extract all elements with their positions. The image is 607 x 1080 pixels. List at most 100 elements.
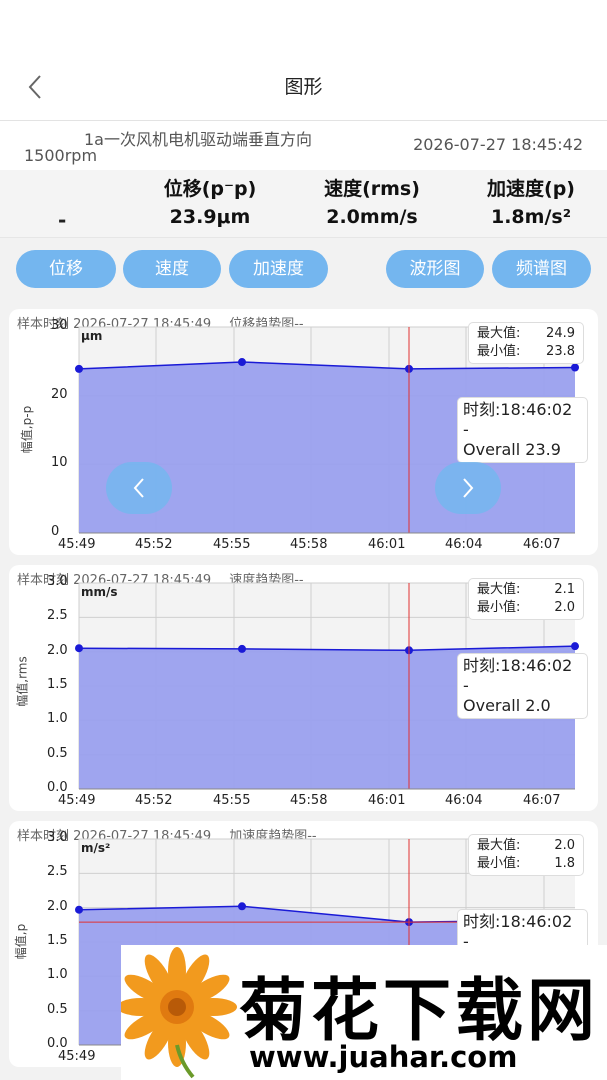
data-point (238, 902, 246, 911)
page-title: 图形 (284, 76, 323, 98)
min-row: 最小值: 2.0 (477, 599, 575, 617)
unit-label: m/s² (81, 841, 111, 855)
x-tick-label: 45:49 (58, 793, 96, 808)
max-label: 最大值: (477, 326, 521, 341)
data-point (571, 642, 579, 651)
nav-bar: 图形 (0, 0, 607, 120)
tooltip-time: 时刻:18:46:02 (463, 400, 573, 419)
y-tick-label: 1.0 (47, 967, 68, 983)
max-min-box: 最大值: 24.9 最小值: 23.8 (468, 322, 584, 364)
chevron-left-icon (133, 478, 144, 498)
x-tick-label: 45:52 (135, 537, 173, 552)
tooltip-dash: - (463, 676, 469, 695)
data-point (238, 644, 246, 653)
max-label: 最大值: (477, 838, 521, 853)
min-value: 1.8 (554, 856, 575, 871)
acceleration-value: 1.8m/s² (490, 206, 572, 228)
previous-page-button[interactable] (106, 462, 172, 514)
displacement-column: 位移(p⁻p) 23.9μm (120, 170, 300, 228)
max-min-box: 最大值: 2.0 最小值: 1.8 (468, 834, 584, 876)
y-tick-label: 1.5 (47, 677, 68, 692)
max-label: 最大值: (477, 582, 521, 597)
tooltip-overall: Overall 23.9 (463, 440, 561, 459)
x-tick-label: 46:07 (523, 793, 561, 808)
x-tick-label: 46:01 (368, 537, 406, 552)
spectrum-button[interactable]: 频谱图 (492, 250, 591, 288)
y-tick-label: 10 (51, 455, 68, 471)
displacement-label: 位移(p⁻p) (163, 178, 257, 200)
data-point (238, 358, 246, 367)
y-tick-label: 1.0 (47, 711, 68, 727)
next-page-button[interactable] (435, 462, 501, 514)
velocity-trend-card: 样本时刻 2026-07-27 18:45:49 速度趋势图-- 幅值,rms mm/… (9, 565, 598, 811)
max-row: 最大值: 2.0 (477, 837, 575, 855)
flower-logo-icon (121, 947, 237, 1079)
min-label: 最小值: (477, 856, 521, 871)
min-label: 最小值: (477, 344, 521, 359)
max-row: 最大值: 2.1 (477, 581, 575, 599)
tooltip-overall: Overall 2.0 (463, 696, 551, 715)
x-tick-label: 45:52 (135, 793, 173, 808)
overall-values: - 位移(p⁻p) 23.9μm 速度(rms) 2.0mm/s 加速度(p) … (0, 170, 607, 238)
max-row: 最大值: 24.9 (477, 325, 575, 343)
x-tick-label: 45:55 (213, 793, 251, 808)
displacement-value: 23.9μm (169, 206, 251, 228)
max-value: 2.0 (554, 838, 575, 853)
watermark-banner: 菊花下载网 www.juahar.com (121, 945, 607, 1080)
point-rpm: 1500rpm (24, 146, 98, 165)
y-tick-label: 20 (51, 386, 68, 402)
point-name: 1a一次风机电机驱动端垂直方向 (84, 130, 312, 149)
y-axis-label: 幅值,rms (15, 656, 30, 707)
x-tick-label: 45:58 (290, 793, 328, 808)
y-tick-label: 3.0 (47, 830, 68, 845)
tooltip-time: 时刻:18:46:02 (463, 912, 573, 931)
data-point (75, 905, 83, 914)
velocity-column: 速度(rms) 2.0mm/s (282, 170, 462, 228)
y-axis-label: 幅值,p-p (20, 405, 35, 454)
max-value: 2.1 (554, 582, 575, 597)
min-value: 2.0 (554, 600, 575, 615)
waveform-button[interactable]: 波形图 (386, 250, 484, 288)
y-tick-label: 1.5 (47, 933, 68, 948)
data-point (75, 644, 83, 653)
displacement-button[interactable]: 位移 (16, 250, 116, 288)
min-label: 最小值: (477, 600, 521, 615)
x-tick-label: 46:04 (445, 793, 483, 808)
x-tick-label: 46:07 (523, 537, 561, 552)
unit-label: mm/s (81, 585, 118, 599)
y-tick-label: 2.5 (47, 864, 68, 880)
app-root: 图形 1a一次风机电机驱动端垂直方向 1500rpm 2026-07-27 18… (0, 0, 607, 1080)
y-tick-label: 2.0 (47, 898, 68, 914)
status-value: - (58, 208, 67, 232)
x-tick-label: 45:58 (290, 537, 328, 552)
tooltip-dash: - (463, 420, 469, 439)
x-tick-label: 46:04 (445, 537, 483, 552)
data-point (571, 363, 579, 372)
acceleration-label: 加速度(p) (487, 178, 575, 200)
y-tick-label: 2.5 (47, 608, 68, 624)
value-tooltip: 时刻:18:46:02- Overall 23.9 (457, 397, 588, 463)
y-tick-label: 3.0 (47, 574, 68, 589)
velocity-button[interactable]: 速度 (123, 250, 221, 288)
y-tick-label: 2.0 (47, 642, 68, 658)
velocity-value: 2.0mm/s (326, 206, 418, 228)
x-tick-label: 45:49 (58, 1049, 96, 1064)
chevron-right-icon (463, 478, 474, 498)
value-tooltip: 时刻:18:46:02- Overall 2.0 (457, 653, 588, 719)
x-tick-label: 46:01 (368, 793, 406, 808)
acceleration-button[interactable]: 加速度 (229, 250, 328, 288)
acceleration-column: 加速度(p) 1.8m/s² (441, 170, 607, 228)
x-tick-label: 45:55 (213, 537, 251, 552)
x-tick-label: 45:49 (58, 537, 96, 552)
data-point (75, 364, 83, 373)
min-row: 最小值: 1.8 (477, 855, 575, 873)
unit-label: μm (81, 329, 103, 343)
max-min-box: 最大值: 2.1 最小值: 2.0 (468, 578, 584, 620)
velocity-label: 速度(rms) (324, 178, 420, 200)
point-datetime: 2026-07-27 18:45:42 (413, 135, 583, 154)
point-info: 1a一次风机电机驱动端垂直方向 1500rpm 2026-07-27 18:45… (0, 120, 607, 170)
min-row: 最小值: 23.8 (477, 343, 575, 361)
max-value: 24.9 (546, 326, 575, 341)
y-tick-label: 0.5 (47, 745, 68, 761)
displacement-trend-card: 样本时刻 2026-07-27 18:45:49 位移趋势图-- 幅值,p-p μm 0… (9, 309, 598, 555)
